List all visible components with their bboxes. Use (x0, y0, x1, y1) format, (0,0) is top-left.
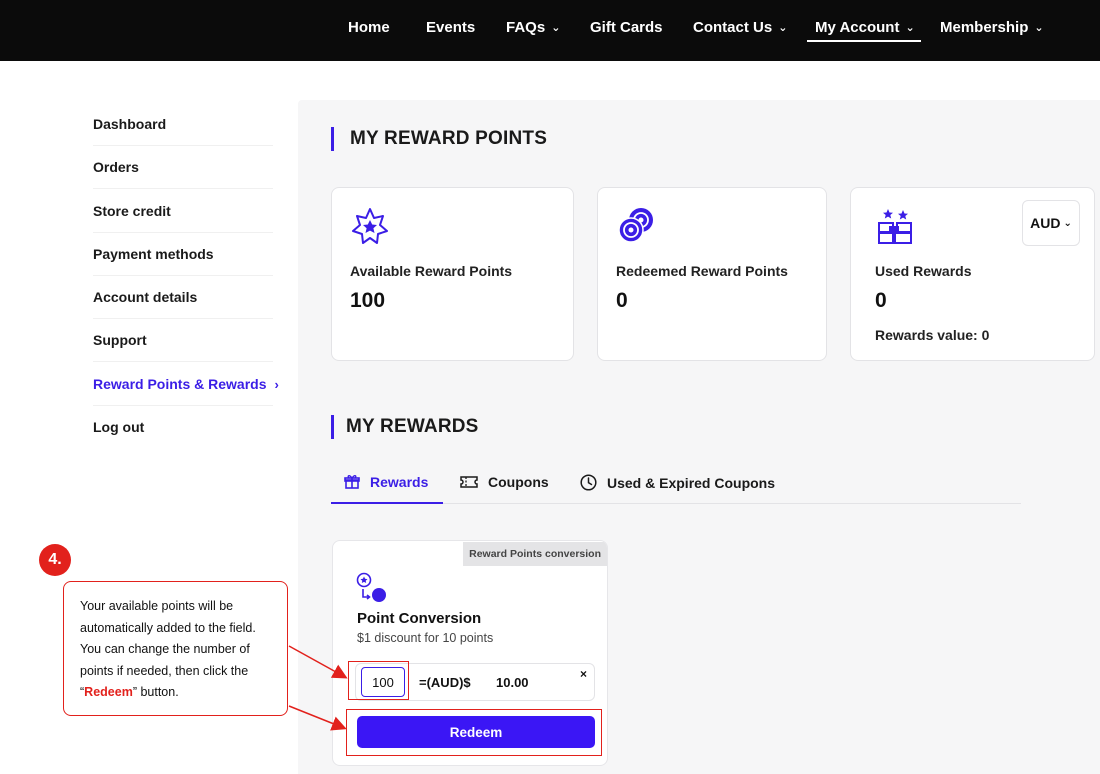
star-badge-icon (352, 208, 388, 244)
sidebar-item-payment-methods[interactable]: Payment methods (93, 246, 214, 262)
instruction-callout: Your available points will be automatica… (63, 581, 288, 716)
chevron-down-icon: ⌄ (1063, 217, 1072, 229)
reward-title: Point Conversion (357, 610, 482, 627)
main-nav: Home Events FAQs ⌄ Gift Cards Contact Us ⌄… (0, 0, 1100, 61)
sidebar-item-store-credit[interactable]: Store credit (93, 203, 171, 219)
sidebar-item-dashboard[interactable]: Dashboard (93, 116, 166, 132)
step-number-badge: 4. (39, 544, 71, 576)
nav-label: FAQs (506, 19, 546, 36)
divider (93, 275, 273, 276)
reward-type-tag: Reward Points conversion (463, 542, 607, 566)
reward-points-title: MY REWARD POINTS (350, 128, 548, 149)
chevron-down-icon: ⌄ (905, 22, 915, 34)
callout-text-end: ” button. (132, 685, 179, 700)
sidebar-item-support[interactable]: Support (93, 332, 147, 348)
nav-item-events[interactable]: Events (426, 19, 475, 36)
card-label: Redeemed Reward Points (616, 263, 788, 279)
currency-equals-label: =(AUD)$ (419, 675, 471, 690)
section-accent-bar (331, 127, 334, 151)
tab-rewards[interactable]: Rewards (344, 474, 428, 490)
active-tab-indicator (331, 502, 443, 504)
available-points-value: 100 (350, 289, 386, 312)
divider (93, 232, 273, 233)
nav-label: My Account (815, 19, 900, 36)
sidebar-item-log-out[interactable]: Log out (93, 419, 144, 435)
top-nav-bar: Home Events FAQs ⌄ Gift Cards Contact Us ⌄… (0, 0, 1100, 61)
nav-label: Home (348, 19, 390, 36)
tab-label: Used & Expired Coupons (607, 474, 776, 491)
divider (93, 188, 273, 189)
nav-label: Contact Us (693, 19, 773, 36)
nav-item-home[interactable]: Home (348, 19, 390, 36)
sidebar-item-reward-points[interactable]: Reward Points & Rewards › (93, 376, 279, 392)
currency-select[interactable]: AUD ⌄ (1022, 200, 1080, 246)
clear-icon[interactable]: × (580, 667, 587, 681)
ticket-icon (460, 476, 478, 488)
clock-icon (580, 474, 597, 491)
coins-icon (618, 208, 653, 243)
reward-subtitle: $1 discount for 10 points (357, 631, 494, 645)
tab-coupons[interactable]: Coupons (460, 474, 549, 490)
available-points-card: Available Reward Points 100 (331, 187, 574, 361)
currency-value: AUD (1030, 215, 1061, 231)
nav-item-my-account[interactable]: My Account ⌄ (807, 19, 921, 42)
section-accent-bar (331, 415, 334, 439)
nav-item-membership[interactable]: Membership ⌄ (940, 19, 1044, 36)
sidebar-item-orders[interactable]: Orders (93, 159, 139, 175)
gift-icon (344, 475, 360, 489)
card-label: Used Rewards (875, 263, 972, 279)
redeemed-points-value: 0 (616, 289, 628, 312)
nav-label: Events (426, 19, 476, 36)
callout-highlight: Redeem (84, 685, 133, 700)
gift-boxes-icon (878, 209, 912, 244)
point-conversion-icon (356, 572, 386, 602)
divider (93, 405, 273, 406)
nav-label: Membership (940, 19, 1029, 36)
tab-used-expired-coupons[interactable]: Used & Expired Coupons (580, 474, 775, 491)
tab-label: Rewards (370, 474, 429, 490)
tab-label: Coupons (488, 474, 549, 490)
rewards-value-text: Rewards value: 0 (875, 327, 990, 343)
redeemed-points-card: Redeemed Reward Points 0 (597, 187, 827, 361)
discount-amount: 10.00 (496, 675, 529, 690)
chevron-down-icon: ⌄ (1034, 22, 1044, 34)
rewards-title: MY REWARDS (346, 416, 479, 437)
used-rewards-value: 0 (875, 289, 887, 312)
divider (93, 361, 273, 362)
nav-item-contact-us[interactable]: Contact Us ⌄ (693, 19, 787, 36)
chevron-down-icon: ⌄ (778, 22, 788, 34)
sidebar-item-account-details[interactable]: Account details (93, 289, 197, 305)
points-input-highlight (348, 661, 409, 700)
used-rewards-card: Used Rewards 0 Rewards value: 0 AUD ⌄ (850, 187, 1095, 361)
nav-label: Gift Cards (590, 19, 663, 36)
nav-item-gift-cards[interactable]: Gift Cards (590, 19, 663, 36)
nav-item-faqs[interactable]: FAQs ⌄ (506, 19, 560, 36)
redeem-button-highlight (346, 709, 602, 756)
chevron-down-icon: ⌄ (551, 22, 561, 34)
card-label: Available Reward Points (350, 263, 513, 279)
chevron-right-icon: › (274, 377, 279, 392)
divider (93, 318, 273, 319)
sidebar-item-label: Reward Points & Rewards (93, 376, 267, 392)
divider (93, 145, 273, 146)
